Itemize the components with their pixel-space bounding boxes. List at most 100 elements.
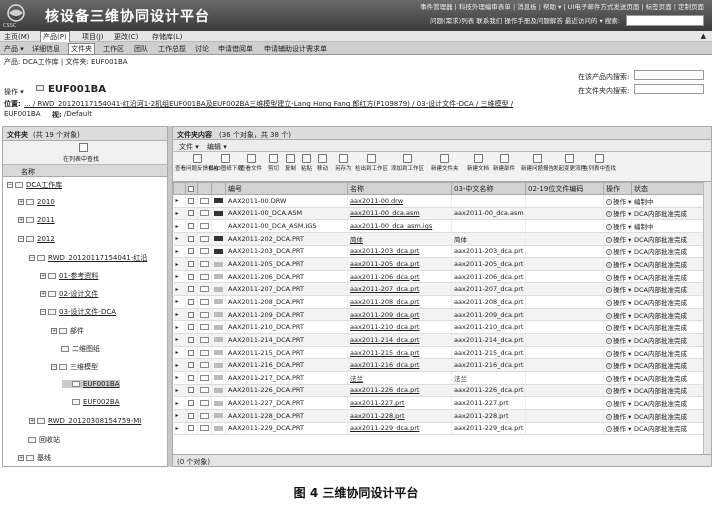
cell-actions[interactable]: i 操作 ▾ <box>603 384 632 398</box>
actions-menu[interactable]: 操作 ▾ <box>613 425 631 433</box>
actions-menu[interactable]: 操作 ▾ <box>613 299 631 307</box>
table-row[interactable]: ▸ AAX2011-208_DCA.PRT aax2011-208_dca.prt a… <box>173 295 704 309</box>
cell-actions[interactable]: i 操作 ▾ <box>603 320 632 335</box>
cell-actions[interactable]: i 操作 ▾ <box>603 333 632 347</box>
cell-actions[interactable]: i 操作 ▾ <box>603 409 632 423</box>
row-select[interactable] <box>185 384 198 398</box>
tab-work-overview[interactable]: 工作总揽 <box>158 44 186 54</box>
row-expand[interactable]: ▸ <box>173 207 186 221</box>
tree-node-label[interactable]: 03-设计文件-DCA <box>59 308 116 316</box>
menu-home[interactable]: 主页(M) <box>4 32 30 42</box>
cell-name[interactable]: aax2011-206_dca.prt <box>347 270 452 284</box>
menu-library[interactable]: 存储库(L) <box>152 32 182 42</box>
ops-menu[interactable]: 操作 ▾ <box>4 87 24 97</box>
tree-node[interactable]: − 03-设计文件-DCA <box>40 307 116 317</box>
collapse-icon[interactable]: − <box>40 309 46 316</box>
toolbar-button[interactable]: 检出到工作区 <box>355 154 388 172</box>
actions-menu[interactable]: 操作 ▾ <box>613 324 631 332</box>
search-folder-input[interactable] <box>634 84 704 94</box>
cell-name[interactable]: aax2011-208_dca.prt <box>347 295 452 309</box>
tree-node-label[interactable]: 2012 <box>37 235 55 243</box>
tree-node-label[interactable]: 二维图纸 <box>72 345 100 353</box>
col-code[interactable]: 02-19位文件编码 <box>525 182 604 195</box>
table-row[interactable]: ▸ AAX2011-00_DCA.ASM aax2011-00_dca.asm aax… <box>173 207 704 221</box>
row-expand[interactable]: ▸ <box>173 396 186 410</box>
cell-actions[interactable]: i 操作 ▾ <box>603 270 632 284</box>
cell-actions[interactable]: i 操作 ▾ <box>603 358 632 372</box>
row-select[interactable] <box>185 371 198 385</box>
tree-node[interactable]: +02-设计文件 <box>40 289 98 299</box>
row-checkbox[interactable] <box>188 298 194 305</box>
tree-node-label[interactable]: 回收站 <box>39 436 60 444</box>
vertical-scrollbar[interactable] <box>703 182 711 454</box>
row-checkbox[interactable] <box>188 223 194 230</box>
row-select[interactable] <box>185 409 198 423</box>
row-expand[interactable]: ▸ <box>173 257 186 271</box>
row-select[interactable] <box>185 358 198 372</box>
row-select[interactable] <box>185 396 198 410</box>
toolbar-button[interactable]: 查看文件 <box>240 154 262 172</box>
cell-actions[interactable]: i 操作 ▾ <box>603 219 632 233</box>
cell-name[interactable]: aax2011-207_dca.prt <box>347 282 452 297</box>
info-icon[interactable]: i <box>606 337 612 344</box>
cell-actions[interactable]: i 操作 ▾ <box>603 245 632 259</box>
expand-icon[interactable]: + <box>18 217 24 224</box>
row-expand[interactable]: ▸ <box>173 282 186 297</box>
info-icon[interactable]: i <box>606 236 612 243</box>
info-icon[interactable]: i <box>606 287 612 294</box>
info-icon[interactable]: i <box>606 249 612 256</box>
tree-node-label[interactable]: 2010 <box>37 198 55 206</box>
info-icon[interactable]: i <box>606 198 612 205</box>
row-expand[interactable]: ▸ <box>173 358 186 372</box>
tree-node[interactable]: − DCA工作库 <box>7 180 62 190</box>
actions-menu[interactable]: 操作 ▾ <box>613 198 631 206</box>
row-checkbox[interactable] <box>188 412 194 419</box>
table-row[interactable]: ▸ AAX2011-202_DCA.PRT 简体 简体 i 操作 ▾ DCA内部批准完成 <box>173 232 704 246</box>
collapse-icon[interactable]: − <box>29 254 35 261</box>
info-icon[interactable]: i <box>606 401 612 408</box>
col-number[interactable]: 编号 <box>225 182 348 195</box>
cell-name[interactable]: aax2011-210_dca.prt <box>347 320 452 335</box>
top-utility-links[interactable]: 事件管理器 | 科技外理编审表单 | 消息板 | 帮助 ▾ | UI电子邮件方式… <box>420 1 704 11</box>
row-expand[interactable]: ▸ <box>173 308 186 322</box>
tree-node[interactable]: EUF001BA <box>62 380 120 389</box>
actions-menu[interactable]: 操作 ▾ <box>613 312 631 320</box>
info-icon[interactable]: i <box>606 224 612 231</box>
expand-icon[interactable]: + <box>29 417 35 424</box>
actions-menu[interactable]: 操作 ▾ <box>613 375 631 383</box>
tab-borrow-request[interactable]: 申请借阅单 <box>218 44 253 54</box>
cell-name[interactable]: aax2011-226_dca.prt <box>347 384 452 398</box>
table-row[interactable]: ▸ AAX2011-205_DCA.PRT aax2011-205_dca.prt a… <box>173 257 704 271</box>
row-select[interactable] <box>185 422 198 436</box>
tree-node-label[interactable]: 三维模型 <box>70 363 98 371</box>
cell-name[interactable]: aax2011-216_dca.prt <box>347 358 452 372</box>
cell-name[interactable]: aax2011-00_dca_asm.igs <box>347 219 452 233</box>
toolbar-button[interactable]: 在列表中查找 <box>583 154 616 172</box>
row-expand[interactable]: ▸ <box>173 245 186 259</box>
row-select[interactable] <box>185 207 198 221</box>
info-icon[interactable]: i <box>606 274 612 281</box>
actions-menu[interactable]: 操作 ▾ <box>613 223 631 231</box>
top-help-links[interactable]: 问题(需求)列表 联系我们 操作手册及问题解答 最近访问的 ▾ 搜索: <box>430 15 620 25</box>
cell-name[interactable]: aax2011-214_dca.prt <box>347 333 452 347</box>
tree-node-label[interactable]: DCA工作库 <box>26 181 62 189</box>
row-checkbox[interactable] <box>188 261 194 268</box>
actions-menu[interactable]: 操作 ▾ <box>613 248 631 256</box>
location-path[interactable]: ... / RWD_20120117154041-红沿河1-2机组EUF001B… <box>24 99 513 109</box>
actions-menu[interactable]: 操作 ▾ <box>613 337 631 345</box>
expand-icon[interactable]: + <box>18 199 24 206</box>
tab-product[interactable]: 产品 ▾ <box>4 44 24 54</box>
table-row[interactable]: ▸ AAX2011-203_DCA.PRT aax2011-203_dca.prt a… <box>173 245 704 259</box>
row-checkbox[interactable] <box>188 235 194 242</box>
cell-name[interactable]: aax2011-228.prt <box>347 409 452 423</box>
select-all-checkbox[interactable] <box>188 185 194 192</box>
cell-name[interactable]: aax2011-00_dca.asm <box>347 207 452 221</box>
row-expand[interactable]: ▸ <box>173 219 186 233</box>
cell-actions[interactable]: i 操作 ▾ <box>603 257 632 271</box>
tree-node[interactable]: 回收站 <box>18 435 60 445</box>
actions-menu[interactable]: 操作 ▾ <box>613 261 631 269</box>
toolbar-button[interactable]: 复制 <box>285 154 296 172</box>
tree-node-label[interactable]: EUF001BA <box>83 380 120 388</box>
cell-actions[interactable]: i 操作 ▾ <box>603 295 632 309</box>
toolbar-button[interactable]: CAD图纸下载 <box>209 154 243 172</box>
